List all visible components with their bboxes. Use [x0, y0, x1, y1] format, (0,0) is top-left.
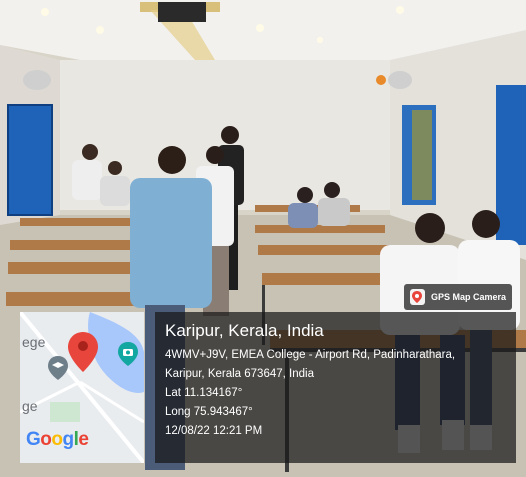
photo-frame: ege ge Google GPS Map Camera Karipur, Ke… [0, 0, 526, 477]
address-line-2: Karipur, Kerala 673647, India [165, 368, 314, 380]
map-label-top: ege [22, 334, 46, 350]
location-title: Karipur, Kerala, India [165, 321, 324, 340]
address-line-1: 4WMV+J9V, EMEA College - Airport Rd, Pad… [165, 349, 456, 361]
map-camera-icon [410, 289, 425, 305]
app-badge-label: GPS Map Camera [430, 292, 506, 302]
location-info-panel: Karipur, Kerala, India 4WMV+J9V, EMEA Co… [155, 312, 516, 463]
datetime-text: 12/08/22 12:21 PM [165, 425, 263, 437]
mini-map: ege ge Google [20, 312, 144, 463]
gps-map-camera-badge: GPS Map Camera [404, 284, 512, 310]
map-label-bottom: ge [22, 398, 38, 414]
longitude-text: Long 75.943467° [165, 406, 253, 418]
google-logo: Google [26, 429, 89, 450]
latitude-text: Lat 11.134167° [165, 387, 243, 399]
location-pin-icon [68, 332, 98, 372]
school-pin-icon [48, 356, 68, 380]
camera-pin-icon [118, 342, 138, 366]
